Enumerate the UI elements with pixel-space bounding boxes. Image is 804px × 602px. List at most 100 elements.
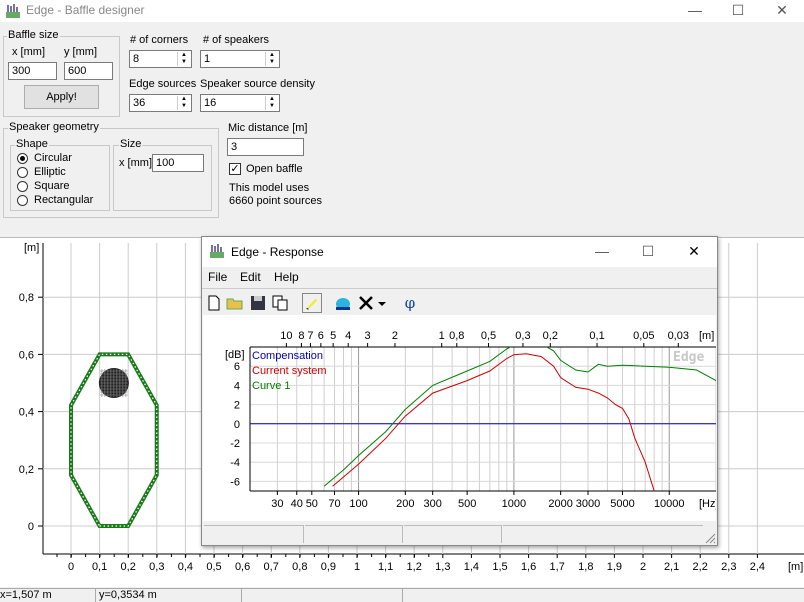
spin-down-icon[interactable]: ▼ [266, 59, 278, 66]
baffle-x-tick-label: 1,3 [435, 561, 450, 573]
response-x-tick-label: 40 [291, 498, 303, 510]
menu-edit[interactable]: Edit [240, 270, 261, 284]
baffle-x-tick-label: 0,7 [264, 561, 279, 573]
response-status-cell-4 [503, 525, 703, 543]
open-baffle-checkbox[interactable]: ✓ [229, 163, 241, 175]
menu-file[interactable]: File [208, 270, 227, 284]
baffle-x-label: x [mm] [12, 46, 45, 58]
apply-button[interactable]: Apply! [24, 85, 99, 109]
baffle-y-tick-label: 0,2 [19, 464, 34, 476]
response-plot[interactable]: 6 4 2 0 -2 -4 -6 30 40 50 70 100 200 300 500 1000 2000 30… [203, 315, 716, 521]
response-top-tick-label: 2 [392, 330, 398, 342]
response-top-tick-label: 0,3 [515, 330, 530, 342]
shape-circular-label[interactable]: Circular [34, 152, 72, 164]
response-x-tick-label: 2000 [548, 498, 572, 510]
size-x-input[interactable] [152, 154, 204, 172]
response-minimize-button[interactable]: — [587, 241, 617, 263]
baffle-y-tick-label: 0,4 [19, 407, 34, 419]
baffle-x-tick-label: 2,3 [721, 561, 736, 573]
shape-rectangular-label[interactable]: Rectangular [34, 194, 93, 206]
response-x-tick-label: 5000 [610, 498, 634, 510]
baffle-x-tick-label: 0,4 [178, 561, 193, 573]
pen-icon[interactable] [302, 293, 322, 313]
baffle-x-tick-label: 1,2 [407, 561, 422, 573]
blob-icon[interactable] [333, 293, 353, 313]
delete-icon[interactable] [356, 293, 376, 313]
resize-grip-icon[interactable] [704, 532, 716, 544]
shape-elliptic-label[interactable]: Elliptic [34, 166, 66, 178]
baffle-x-tick-label: 2 [640, 561, 646, 573]
close-button[interactable]: ✕ [767, 0, 797, 22]
spin-up-icon[interactable]: ▲ [266, 96, 278, 103]
open-folder-icon[interactable] [225, 293, 245, 313]
status-cell-3 [243, 589, 403, 602]
mic-distance-input[interactable] [227, 138, 304, 156]
response-top-tick-label: 3 [365, 330, 371, 342]
response-y-tick-label: -2 [230, 438, 240, 450]
response-top-unit: [m] [699, 330, 714, 342]
baffle-y-tick-label: 0 [28, 521, 34, 533]
dropdown-icon[interactable] [376, 293, 388, 313]
density-spin-arrows[interactable]: ▲ ▼ [265, 96, 278, 110]
spin-down-icon[interactable]: ▼ [266, 103, 278, 110]
minimize-button[interactable]: — [680, 0, 710, 22]
edge-sources-spin-arrows[interactable]: ▲ ▼ [177, 96, 190, 110]
response-x-tick-label: 1000 [502, 498, 526, 510]
corners-value: 8 [133, 53, 140, 65]
spin-up-icon[interactable]: ▲ [178, 52, 190, 59]
corners-label: # of corners [130, 34, 189, 46]
edge-sources-spinbox[interactable]: 36 ▲ ▼ [129, 94, 192, 112]
spin-up-icon[interactable]: ▲ [178, 96, 190, 103]
response-chart-svg[interactable]: 6420-2-4-630 40 50 70 100 200 300 500 1000 2000 30… [203, 315, 716, 521]
shape-circular-radio[interactable] [17, 153, 28, 164]
corners-spin-arrows[interactable]: ▲ ▼ [177, 52, 190, 66]
shape-square-label[interactable]: Square [34, 180, 69, 192]
baffle-x-tick-label: 0,6 [235, 561, 250, 573]
response-maximize-button[interactable]: ☐ [633, 241, 663, 263]
density-spinbox[interactable]: 16 ▲ ▼ [200, 94, 280, 112]
copy-icon[interactable] [270, 293, 290, 313]
response-y-tick-label: -4 [230, 457, 240, 469]
speakers-spin-arrows[interactable]: ▲ ▼ [265, 52, 278, 66]
baffle-x-tick-label: 0,8 [292, 561, 307, 573]
response-status-cell-1 [204, 525, 304, 543]
shape-elliptic-radio[interactable] [17, 167, 28, 178]
size-x-label: x [mm] [119, 157, 152, 169]
menu-help[interactable]: Help [274, 270, 299, 284]
shape-square-radio[interactable] [17, 181, 28, 192]
baffle-x-tick-label: 1,6 [521, 561, 536, 573]
response-close-button[interactable]: ✕ [679, 241, 709, 263]
new-file-icon[interactable] [204, 293, 224, 313]
response-y-tick-label: 6 [234, 361, 240, 373]
corners-spinbox[interactable]: 8 ▲ ▼ [129, 50, 192, 68]
response-x-tick-label: 100 [349, 498, 367, 510]
response-window[interactable]: Edge - Response — ☐ ✕ File Edit Help φ 6… [201, 236, 718, 546]
spin-up-icon[interactable]: ▲ [266, 52, 278, 59]
phi-icon[interactable]: φ [400, 293, 420, 313]
response-top-tick-label: 0,03 [668, 330, 689, 342]
open-baffle-label[interactable]: Open baffle [246, 163, 303, 175]
baffle-x-tick-label: 0,3 [149, 561, 164, 573]
spin-down-icon[interactable]: ▼ [178, 103, 190, 110]
shape-rectangular-radio[interactable] [17, 195, 28, 206]
save-icon[interactable] [248, 293, 268, 313]
legend-entry: Curve 1 [252, 380, 291, 392]
baffle-y-label: y [mm] [64, 46, 97, 58]
response-top-tick-label: 5 [330, 330, 336, 342]
maximize-button[interactable]: ☐ [723, 0, 753, 22]
response-top-tick-label: 0,8 [449, 330, 464, 342]
baffle-x-tick-label: 0,5 [206, 561, 221, 573]
baffle-x-input[interactable] [8, 62, 57, 80]
baffle-x-tick-label: 2,4 [750, 561, 765, 573]
response-top-tick-label: 0,1 [589, 330, 604, 342]
model-info-line2: 6660 point sources [229, 195, 322, 207]
speakers-label: # of speakers [203, 34, 270, 46]
speakers-spinbox[interactable]: 1 ▲ ▼ [200, 50, 280, 68]
baffle-y-input[interactable] [64, 62, 113, 80]
response-x-tick-label: 200 [396, 498, 414, 510]
baffle-x-tick-label: 0,9 [321, 561, 336, 573]
response-top-tick-label: 0,05 [633, 330, 654, 342]
baffle-y-tick-label: 0,8 [19, 292, 34, 304]
spin-down-icon[interactable]: ▼ [178, 59, 190, 66]
app-icon [6, 4, 20, 18]
